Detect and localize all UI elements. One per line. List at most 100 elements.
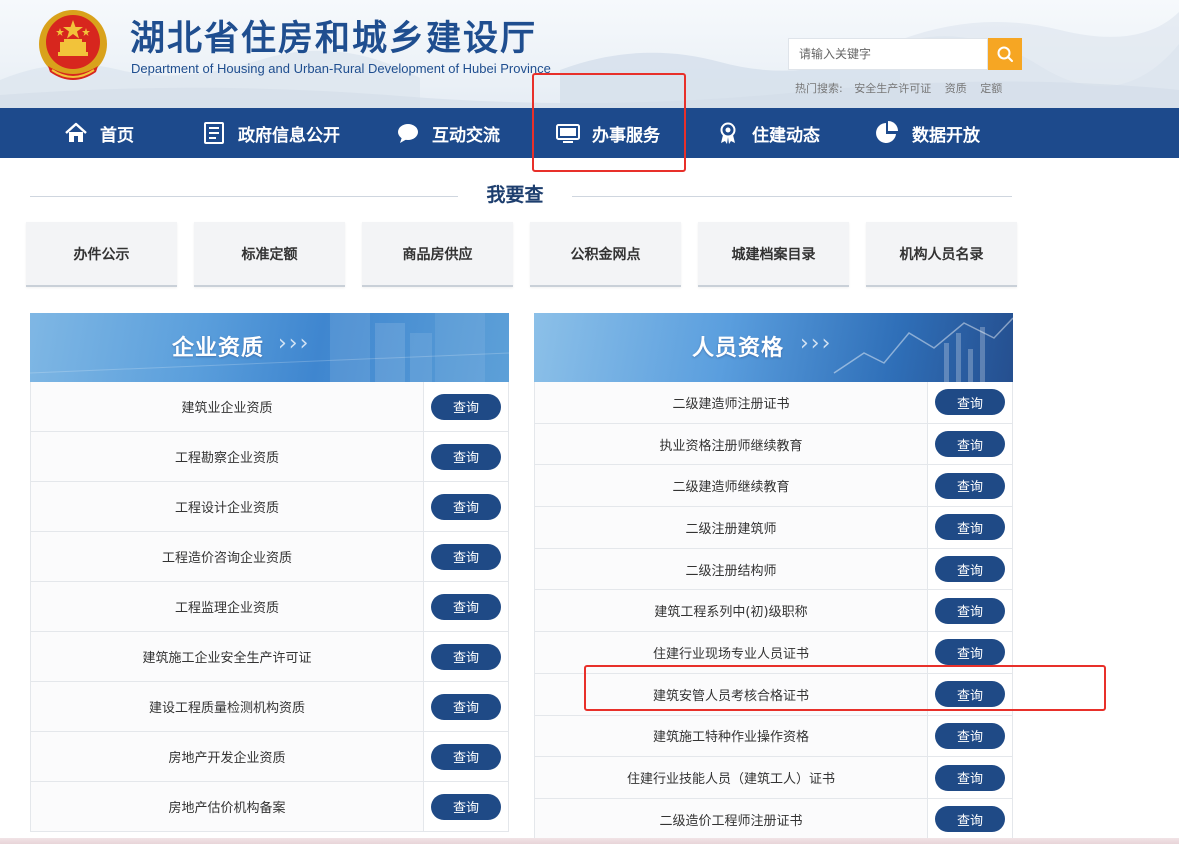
quick-link-archive-catalog[interactable]: 城建档案目录 [698,222,849,287]
table-row: 二级建造师继续教育 查询 [534,465,1013,508]
row-button-cell: 查询 [928,382,1013,423]
nav-item-news[interactable]: 住建动态 [716,108,820,158]
query-button[interactable]: 查询 [431,643,501,670]
home-icon [65,122,87,142]
national-emblem-icon [39,10,107,80]
row-label: 工程勘察企业资质 [30,432,424,481]
personnel-qualification-panel: 人员资格 ››› 二级建造师注册证书 查询 执业资格注册师继续教育 查询 二级建造师继续… [534,313,1013,841]
search-button[interactable] [988,38,1022,70]
table-row: 建筑施工特种作业操作资格 查询 [534,715,1013,758]
query-button[interactable]: 查询 [935,514,1005,541]
bottom-strip [0,838,1179,844]
panel-title: 人员资格 [692,335,785,361]
query-button[interactable]: 查询 [935,556,1005,583]
row-button-cell: 查询 [928,590,1013,632]
query-button[interactable]: 查询 [935,722,1005,749]
quick-link-housing-supply[interactable]: 商品房供应 [362,222,513,287]
row-button-cell: 查询 [424,682,509,731]
table-row: 建筑施工企业安全生产许可证 查询 [30,632,509,682]
section-title: 我要查 [486,184,544,206]
table-row: 建筑工程系列中(初)级职称 查询 [534,590,1013,633]
row-label: 建筑施工企业安全生产许可证 [30,632,424,681]
query-button[interactable]: 查询 [935,639,1005,666]
row-button-cell: 查询 [424,532,509,581]
row-button-cell: 查询 [928,507,1013,548]
row-button-cell: 查询 [424,432,509,481]
hot-search-label: 热门搜索: [795,82,843,95]
table-row: 二级注册建筑师 查询 [534,507,1013,549]
table-row: 建设工程质量检测机构资质 查询 [30,682,509,732]
table-row: 二级建造师注册证书 查询 [534,382,1013,424]
personnel-qualification-list: 二级建造师注册证书 查询 执业资格注册师继续教育 查询 二级建造师继续教育 查询 二级注册建… [534,382,1013,841]
row-label: 工程造价咨询企业资质 [30,532,424,581]
row-label: 二级建造师继续教育 [534,465,928,507]
table-row: 房地产估价机构备案 查询 [30,782,509,832]
divider-line [30,196,458,197]
row-label: 工程设计企业资质 [30,482,424,531]
query-button[interactable]: 查询 [431,443,501,470]
nav-item-gov-info[interactable]: 政府信息公开 [202,108,340,158]
nav-item-home[interactable]: 首页 [64,108,134,158]
site-title: 湖北省住房和城乡建设厅 [130,18,538,59]
row-label: 房地产估价机构备案 [30,782,424,831]
pie-chart-icon [876,121,898,143]
hot-search-bar: 热门搜索: 安全生产许可证 资质 定额 [795,80,1012,96]
nav-item-label: 政府信息公开 [238,125,340,146]
hot-search-link[interactable]: 定额 [980,82,1002,95]
query-button[interactable]: 查询 [935,806,1005,833]
query-button[interactable]: 查询 [935,472,1005,499]
row-button-cell: 查询 [424,482,509,531]
enterprise-qualification-panel: 企业资质 ››› 建筑业企业资质 查询 工程勘察企业资质 查询 工程设计企业资质 查询 工程… [30,313,509,832]
hot-search-link[interactable]: 安全生产许可证 [854,82,931,95]
nav-item-label: 互动交流 [432,125,500,146]
chevron-right-icon: ››› [278,331,311,356]
quick-link-staff-directory[interactable]: 机构人员名录 [866,222,1017,287]
query-button[interactable]: 查询 [935,597,1005,624]
nav-item-interaction[interactable]: 互动交流 [396,108,500,158]
nav-item-label: 住建动态 [752,125,820,146]
nav-item-label: 首页 [100,125,134,146]
table-row: 工程监理企业资质 查询 [30,582,509,632]
search-input[interactable] [788,38,988,70]
table-row: 住建行业技能人员（建筑工人）证书 查询 [534,757,1013,799]
row-button-cell: 查询 [424,582,509,631]
row-button-cell: 查询 [424,782,509,831]
quick-link-fund-outlets[interactable]: 公积金网点 [530,222,681,287]
panel-header: 企业资质 ››› [30,313,509,382]
query-button[interactable]: 查询 [431,693,501,720]
highlight-box-safety-cert [584,665,1106,711]
row-label: 建设工程质量检测机构资质 [30,682,424,731]
row-label: 房地产开发企业资质 [30,732,424,781]
row-button-cell: 查询 [928,798,1013,840]
query-button[interactable]: 查询 [431,393,501,420]
query-button[interactable]: 查询 [431,493,501,520]
site-subtitle: Department of Housing and Urban-Rural De… [131,61,551,76]
quick-link-standard-quota[interactable]: 标准定额 [194,222,345,287]
award-icon [720,122,736,144]
chevron-right-icon: ››› [800,331,833,356]
query-button[interactable]: 查询 [431,743,501,770]
query-button[interactable]: 查询 [431,793,501,820]
panel-title: 企业资质 [172,335,265,361]
table-row: 工程勘察企业资质 查询 [30,432,509,482]
row-label: 建筑业企业资质 [30,382,424,431]
query-button[interactable]: 查询 [935,431,1005,458]
table-row: 房地产开发企业资质 查询 [30,732,509,782]
query-button[interactable]: 查询 [935,389,1005,416]
highlight-box-services [532,73,686,172]
divider-line [572,196,1012,197]
nav-item-open-data[interactable]: 数据开放 [874,108,980,158]
row-label: 住建行业技能人员（建筑工人）证书 [534,757,928,798]
hot-search-link[interactable]: 资质 [945,82,967,95]
query-button[interactable]: 查询 [935,764,1005,791]
query-button[interactable]: 查询 [431,543,501,570]
row-button-cell: 查询 [424,732,509,781]
row-label: 二级注册结构师 [534,548,928,590]
row-label: 二级注册建筑师 [534,507,928,548]
quick-link-case-publicity[interactable]: 办件公示 [26,222,177,287]
row-button-cell: 查询 [928,465,1013,507]
row-button-cell: 查询 [424,632,509,681]
document-icon [204,122,224,144]
query-button[interactable]: 查询 [431,593,501,620]
nav-item-label: 数据开放 [912,125,980,146]
